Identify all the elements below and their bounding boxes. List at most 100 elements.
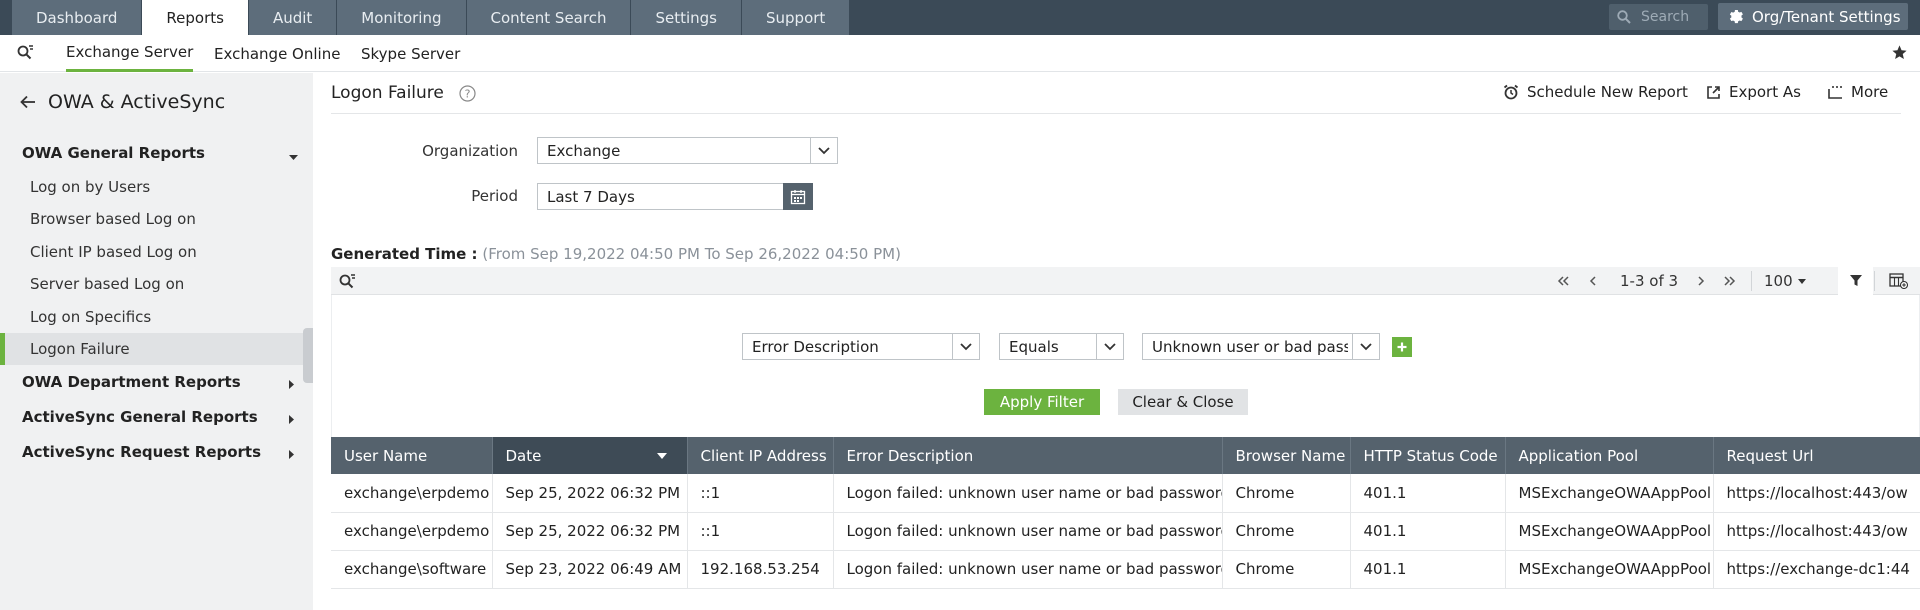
filter-toggle-button[interactable] <box>1838 267 1873 295</box>
cell-application-pool: MSExchangeOWAAppPool <box>1505 474 1714 513</box>
chevron-right-icon[interactable] <box>289 415 295 424</box>
page-size-select[interactable]: 100 <box>1764 267 1806 295</box>
cell-request-url: https://localhost:443/ow <box>1713 474 1920 513</box>
cell-date: Sep 25, 2022 06:32 PM <box>492 474 688 513</box>
next-page-icon[interactable] <box>1697 267 1705 295</box>
report-table-container: User Name Date Client IP Address Error D… <box>331 437 1920 610</box>
filter-value-input[interactable]: Unknown user or bad passw <box>1142 333 1380 360</box>
sidebar-group-activesync-request-reports[interactable]: ActiveSync Request Reports <box>22 443 261 461</box>
schedule-new-report-button[interactable]: Schedule New Report <box>1503 83 1688 101</box>
chevron-down-icon <box>1352 334 1379 359</box>
period-field[interactable]: Last 7 Days <box>537 183 784 210</box>
column-header-error-description[interactable]: Error Description <box>833 437 1223 474</box>
subtab-exchange-online[interactable]: Exchange Online <box>214 35 340 72</box>
title-divider <box>331 113 1901 114</box>
chevron-right-icon[interactable] <box>289 450 295 459</box>
more-icon <box>1828 86 1842 99</box>
calendar-button[interactable] <box>783 183 813 210</box>
sidebar-group-owa-general-reports[interactable]: OWA General Reports <box>22 144 205 162</box>
sub-nav-bar: Exchange Server Exchange Online Skype Se… <box>0 35 1920 72</box>
organization-select[interactable]: Exchange <box>537 137 838 164</box>
tab-support[interactable]: Support <box>742 0 851 35</box>
sidebar-item-server-based-log-on[interactable]: Server based Log on <box>0 268 313 300</box>
sidebar-item-client-ip-based-log-on[interactable]: Client IP based Log on <box>0 236 313 268</box>
table-row[interactable]: exchange\erpdemo Sep 25, 2022 06:32 PM :… <box>331 474 1920 513</box>
column-header-application-pool[interactable]: Application Pool <box>1505 437 1714 474</box>
apply-filter-button[interactable]: Apply Filter <box>984 389 1100 415</box>
table-header-row: User Name Date Client IP Address Error D… <box>331 437 1920 474</box>
sidebar-item-logon-failure[interactable]: Logon Failure <box>0 333 313 365</box>
help-icon[interactable]: ? <box>459 85 476 102</box>
sidebar-item-log-on-by-users[interactable]: Log on by Users <box>0 171 313 203</box>
org-tenant-settings-button[interactable]: Org/Tenant Settings <box>1718 3 1908 30</box>
prev-page-icon[interactable] <box>1589 267 1597 295</box>
export-icon <box>1707 85 1720 99</box>
toolbar-divider <box>1751 271 1752 291</box>
grid-search-icon[interactable] <box>339 273 357 293</box>
tab-content-search[interactable]: Content Search <box>466 0 632 35</box>
table-row[interactable]: exchange\software Sep 23, 2022 06:49 AM … <box>331 550 1920 589</box>
sidebar-item-browser-based-log-on[interactable]: Browser based Log on <box>0 203 313 235</box>
org-tenant-settings-label: Org/Tenant Settings <box>1752 7 1901 26</box>
back-arrow-icon[interactable] <box>20 95 36 109</box>
alarm-clock-icon <box>1503 84 1519 100</box>
sidebar-group-owa-department-reports[interactable]: OWA Department Reports <box>22 373 241 391</box>
cell-request-url: https://exchange-dc1:44 <box>1713 550 1920 589</box>
tab-settings[interactable]: Settings <box>631 0 742 35</box>
column-header-http-status-code[interactable]: HTTP Status Code <box>1350 437 1506 474</box>
generated-time: Generated Time : (From Sep 19,2022 04:50… <box>331 245 901 263</box>
column-header-browser-name[interactable]: Browser Name <box>1222 437 1351 474</box>
cell-client-ip: 192.168.53.254 <box>687 550 834 589</box>
column-chooser-icon[interactable] <box>1889 273 1909 293</box>
filter-operator-select[interactable]: Equals <box>999 333 1124 360</box>
export-as-button[interactable]: Export As <box>1706 83 1801 101</box>
toolbar-divider <box>1874 271 1875 291</box>
top-nav-tabs: Dashboard Reports Audit Monitoring Conte… <box>12 0 851 35</box>
filter-panel: Error Description Equals Unknown user or… <box>331 295 1920 437</box>
page-info: 1-3 of 3 <box>1620 272 1679 290</box>
cell-date: Sep 25, 2022 06:32 PM <box>492 512 688 551</box>
organization-label: Organization <box>422 142 518 160</box>
chevron-down-icon <box>1096 334 1123 359</box>
generated-time-label: Generated Time : <box>331 245 478 263</box>
top-nav-bar: Dashboard Reports Audit Monitoring Conte… <box>0 0 1920 35</box>
column-header-date[interactable]: Date <box>492 437 688 474</box>
column-header-client-ip[interactable]: Client IP Address <box>687 437 834 474</box>
cell-error-description: Logon failed: unknown user name or bad p… <box>833 550 1223 589</box>
chevron-down-icon <box>810 138 837 163</box>
grid-toolbar: 1-3 of 3 100 <box>331 267 1920 295</box>
more-button[interactable]: More <box>1828 83 1888 101</box>
filter-field-select[interactable]: Error Description <box>742 333 980 360</box>
svg-text:?: ? <box>465 88 471 101</box>
search-settings-icon[interactable] <box>17 44 35 64</box>
add-filter-button[interactable] <box>1392 337 1412 357</box>
cell-browser-name: Chrome <box>1222 474 1351 513</box>
cell-error-description: Logon failed: unknown user name or bad p… <box>833 474 1223 513</box>
first-page-icon[interactable] <box>1557 267 1569 295</box>
last-page-icon[interactable] <box>1724 267 1736 295</box>
clear-close-button[interactable]: Clear & Close <box>1118 389 1248 415</box>
table-row[interactable]: exchange\erpdemo Sep 25, 2022 06:32 PM :… <box>331 512 1920 551</box>
cell-user-name: exchange\erpdemo <box>331 512 493 551</box>
column-header-request-url[interactable]: Request Url <box>1713 437 1920 474</box>
column-header-date-label: Date <box>505 446 542 465</box>
tab-audit[interactable]: Audit <box>248 0 338 35</box>
sidebar-item-log-on-specifics[interactable]: Log on Specifics <box>0 301 313 333</box>
global-search-input[interactable]: Search <box>1609 4 1708 30</box>
chevron-right-icon[interactable] <box>289 380 295 389</box>
subtab-exchange-server[interactable]: Exchange Server <box>66 35 194 72</box>
plus-icon <box>1397 342 1407 352</box>
tab-monitoring[interactable]: Monitoring <box>337 0 467 35</box>
sidebar-group-activesync-general-reports[interactable]: ActiveSync General Reports <box>22 408 258 426</box>
star-icon[interactable] <box>1891 44 1908 65</box>
column-header-user-name[interactable]: User Name <box>331 437 493 474</box>
tab-reports[interactable]: Reports <box>142 0 249 35</box>
chevron-down-icon[interactable] <box>289 155 298 161</box>
search-placeholder: Search <box>1641 9 1690 25</box>
subtab-skype-server[interactable]: Skype Server <box>361 35 460 72</box>
sidebar-header: OWA & ActiveSync <box>20 91 225 113</box>
tab-dashboard[interactable]: Dashboard <box>12 0 143 35</box>
cell-application-pool: MSExchangeOWAAppPool <box>1505 550 1714 589</box>
more-label: More <box>1851 83 1889 101</box>
sidebar-collapse-handle[interactable] <box>303 328 313 383</box>
